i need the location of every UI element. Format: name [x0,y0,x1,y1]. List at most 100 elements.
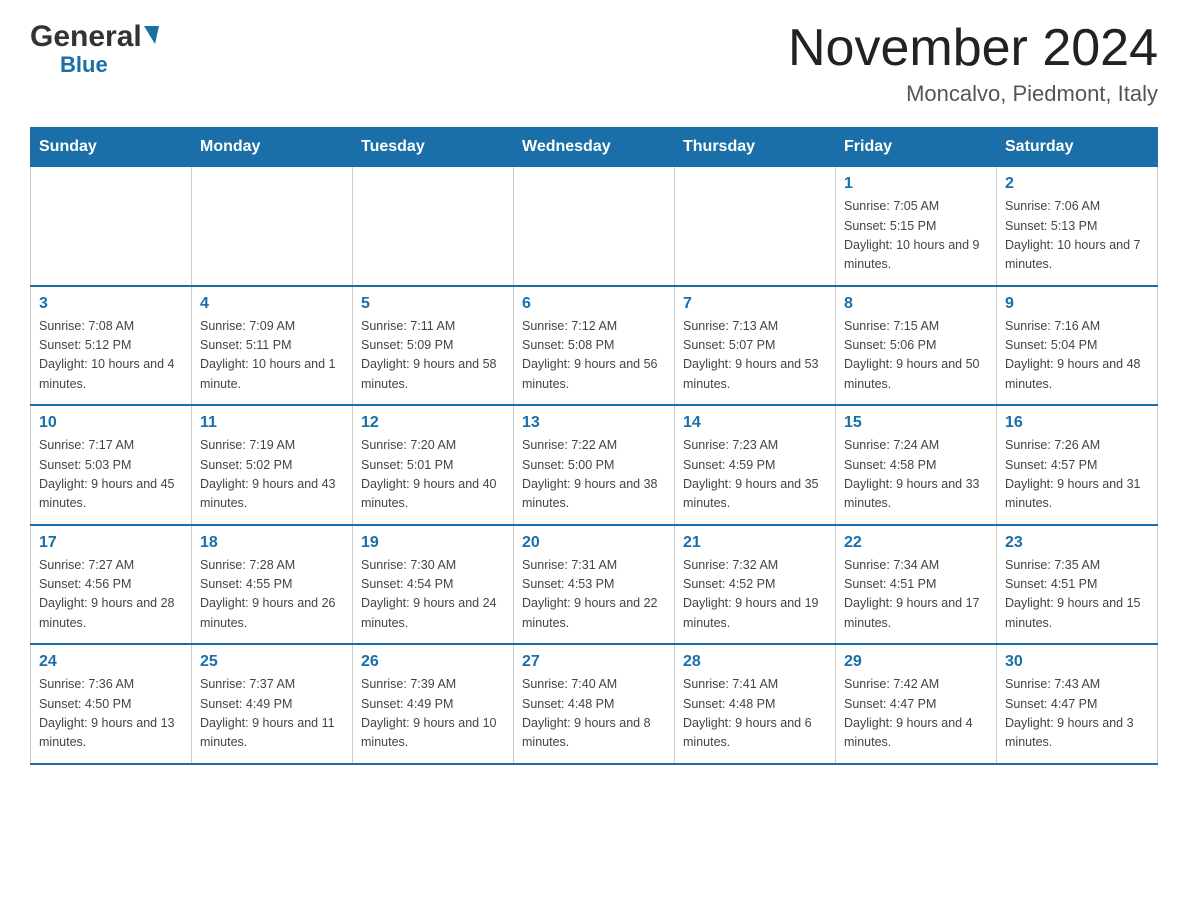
calendar-header-saturday: Saturday [997,128,1158,167]
month-title: November 2024 [788,20,1158,77]
logo-triangle-icon [144,26,159,44]
calendar-cell: 28 Sunrise: 7:41 AMSunset: 4:48 PMDayligh… [675,644,836,764]
day-info: Sunrise: 7:39 AMSunset: 4:49 PMDaylight:… [361,675,505,753]
calendar-cell: 19 Sunrise: 7:30 AMSunset: 4:54 PMDayligh… [353,525,514,645]
day-info: Sunrise: 7:23 AMSunset: 4:59 PMDaylight:… [683,436,827,514]
calendar-header-row: SundayMondayTuesdayWednesdayThursdayFrid… [31,128,1158,167]
calendar-cell: 3 Sunrise: 7:08 AMSunset: 5:12 PMDaylight… [31,286,192,406]
day-info: Sunrise: 7:37 AMSunset: 4:49 PMDaylight:… [200,675,344,753]
day-number: 10 [39,414,183,432]
day-number: 15 [844,414,988,432]
calendar-cell: 25 Sunrise: 7:37 AMSunset: 4:49 PMDayligh… [192,644,353,764]
day-number: 30 [1005,653,1149,671]
day-info: Sunrise: 7:15 AMSunset: 5:06 PMDaylight:… [844,317,988,395]
day-info: Sunrise: 7:08 AMSunset: 5:12 PMDaylight:… [39,317,183,395]
calendar-cell: 10 Sunrise: 7:17 AMSunset: 5:03 PMDayligh… [31,405,192,525]
day-number: 19 [361,534,505,552]
calendar-cell: 23 Sunrise: 7:35 AMSunset: 4:51 PMDayligh… [997,525,1158,645]
calendar-cell: 9 Sunrise: 7:16 AMSunset: 5:04 PMDaylight… [997,286,1158,406]
calendar-cell: 8 Sunrise: 7:15 AMSunset: 5:06 PMDaylight… [836,286,997,406]
day-info: Sunrise: 7:40 AMSunset: 4:48 PMDaylight:… [522,675,666,753]
calendar-week-row: 24 Sunrise: 7:36 AMSunset: 4:50 PMDayligh… [31,644,1158,764]
day-info: Sunrise: 7:20 AMSunset: 5:01 PMDaylight:… [361,436,505,514]
day-number: 7 [683,295,827,313]
day-info: Sunrise: 7:24 AMSunset: 4:58 PMDaylight:… [844,436,988,514]
day-info: Sunrise: 7:34 AMSunset: 4:51 PMDaylight:… [844,556,988,634]
day-number: 2 [1005,175,1149,193]
calendar-cell: 5 Sunrise: 7:11 AMSunset: 5:09 PMDaylight… [353,286,514,406]
calendar-cell: 16 Sunrise: 7:26 AMSunset: 4:57 PMDayligh… [997,405,1158,525]
day-info: Sunrise: 7:28 AMSunset: 4:55 PMDaylight:… [200,556,344,634]
day-number: 24 [39,653,183,671]
day-number: 18 [200,534,344,552]
day-number: 27 [522,653,666,671]
day-info: Sunrise: 7:22 AMSunset: 5:00 PMDaylight:… [522,436,666,514]
calendar-cell: 30 Sunrise: 7:43 AMSunset: 4:47 PMDayligh… [997,644,1158,764]
day-info: Sunrise: 7:43 AMSunset: 4:47 PMDaylight:… [1005,675,1149,753]
day-info: Sunrise: 7:27 AMSunset: 4:56 PMDaylight:… [39,556,183,634]
calendar-cell: 4Sunrise: 7:09 AMSunset: 5:11 PMDaylight… [192,286,353,406]
calendar-cell: 22 Sunrise: 7:34 AMSunset: 4:51 PMDayligh… [836,525,997,645]
day-number: 28 [683,653,827,671]
day-number: 29 [844,653,988,671]
day-number: 8 [844,295,988,313]
calendar-cell [31,167,192,286]
calendar-table: SundayMondayTuesdayWednesdayThursdayFrid… [30,127,1158,765]
day-info: Sunrise: 7:30 AMSunset: 4:54 PMDaylight:… [361,556,505,634]
calendar-header-monday: Monday [192,128,353,167]
day-number: 9 [1005,295,1149,313]
page-header: General Blue November 2024 Moncalvo, Pie… [30,20,1158,107]
calendar-cell: 21Sunrise: 7:32 AMSunset: 4:52 PMDayligh… [675,525,836,645]
day-info: Sunrise: 7:11 AMSunset: 5:09 PMDaylight:… [361,317,505,395]
day-info: Sunrise: 7:13 AMSunset: 5:07 PMDaylight:… [683,317,827,395]
calendar-cell: 2 Sunrise: 7:06 AMSunset: 5:13 PMDaylight… [997,167,1158,286]
calendar-week-row: 10 Sunrise: 7:17 AMSunset: 5:03 PMDayligh… [31,405,1158,525]
calendar-cell: 12 Sunrise: 7:20 AMSunset: 5:01 PMDayligh… [353,405,514,525]
day-number: 4 [200,295,344,313]
calendar-header-thursday: Thursday [675,128,836,167]
day-info: Sunrise: 7:19 AMSunset: 5:02 PMDaylight:… [200,436,344,514]
day-number: 25 [200,653,344,671]
day-info: Sunrise: 7:35 AMSunset: 4:51 PMDaylight:… [1005,556,1149,634]
day-number: 5 [361,295,505,313]
calendar-cell [192,167,353,286]
calendar-cell [514,167,675,286]
calendar-header-tuesday: Tuesday [353,128,514,167]
day-number: 16 [1005,414,1149,432]
day-number: 13 [522,414,666,432]
day-info: Sunrise: 7:12 AMSunset: 5:08 PMDaylight:… [522,317,666,395]
title-block: November 2024 Moncalvo, Piedmont, Italy [788,20,1158,107]
calendar-cell: 15 Sunrise: 7:24 AMSunset: 4:58 PMDayligh… [836,405,997,525]
calendar-cell: 14Sunrise: 7:23 AMSunset: 4:59 PMDayligh… [675,405,836,525]
day-number: 22 [844,534,988,552]
day-info: Sunrise: 7:06 AMSunset: 5:13 PMDaylight:… [1005,197,1149,275]
calendar-cell: 17Sunrise: 7:27 AMSunset: 4:56 PMDayligh… [31,525,192,645]
day-number: 20 [522,534,666,552]
calendar-week-row: 3 Sunrise: 7:08 AMSunset: 5:12 PMDaylight… [31,286,1158,406]
calendar-cell: 26Sunrise: 7:39 AMSunset: 4:49 PMDayligh… [353,644,514,764]
day-number: 12 [361,414,505,432]
day-number: 23 [1005,534,1149,552]
calendar-week-row: 17Sunrise: 7:27 AMSunset: 4:56 PMDayligh… [31,525,1158,645]
calendar-cell: 11Sunrise: 7:19 AMSunset: 5:02 PMDayligh… [192,405,353,525]
calendar-cell: 27 Sunrise: 7:40 AMSunset: 4:48 PMDayligh… [514,644,675,764]
logo: General Blue [30,20,159,78]
calendar-cell: 29Sunrise: 7:42 AMSunset: 4:47 PMDayligh… [836,644,997,764]
day-number: 3 [39,295,183,313]
calendar-cell: 1Sunrise: 7:05 AMSunset: 5:15 PMDaylight… [836,167,997,286]
calendar-cell: 7 Sunrise: 7:13 AMSunset: 5:07 PMDaylight… [675,286,836,406]
calendar-cell: 13 Sunrise: 7:22 AMSunset: 5:00 PMDayligh… [514,405,675,525]
calendar-cell [353,167,514,286]
day-info: Sunrise: 7:41 AMSunset: 4:48 PMDaylight:… [683,675,827,753]
day-info: Sunrise: 7:26 AMSunset: 4:57 PMDaylight:… [1005,436,1149,514]
calendar-cell: 24 Sunrise: 7:36 AMSunset: 4:50 PMDayligh… [31,644,192,764]
day-info: Sunrise: 7:36 AMSunset: 4:50 PMDaylight:… [39,675,183,753]
day-number: 1 [844,175,988,193]
logo-general-text: General [30,20,142,54]
calendar-header-friday: Friday [836,128,997,167]
calendar-cell [675,167,836,286]
calendar-cell: 6Sunrise: 7:12 AMSunset: 5:08 PMDaylight… [514,286,675,406]
day-info: Sunrise: 7:31 AMSunset: 4:53 PMDaylight:… [522,556,666,634]
day-info: Sunrise: 7:16 AMSunset: 5:04 PMDaylight:… [1005,317,1149,395]
day-info: Sunrise: 7:17 AMSunset: 5:03 PMDaylight:… [39,436,183,514]
